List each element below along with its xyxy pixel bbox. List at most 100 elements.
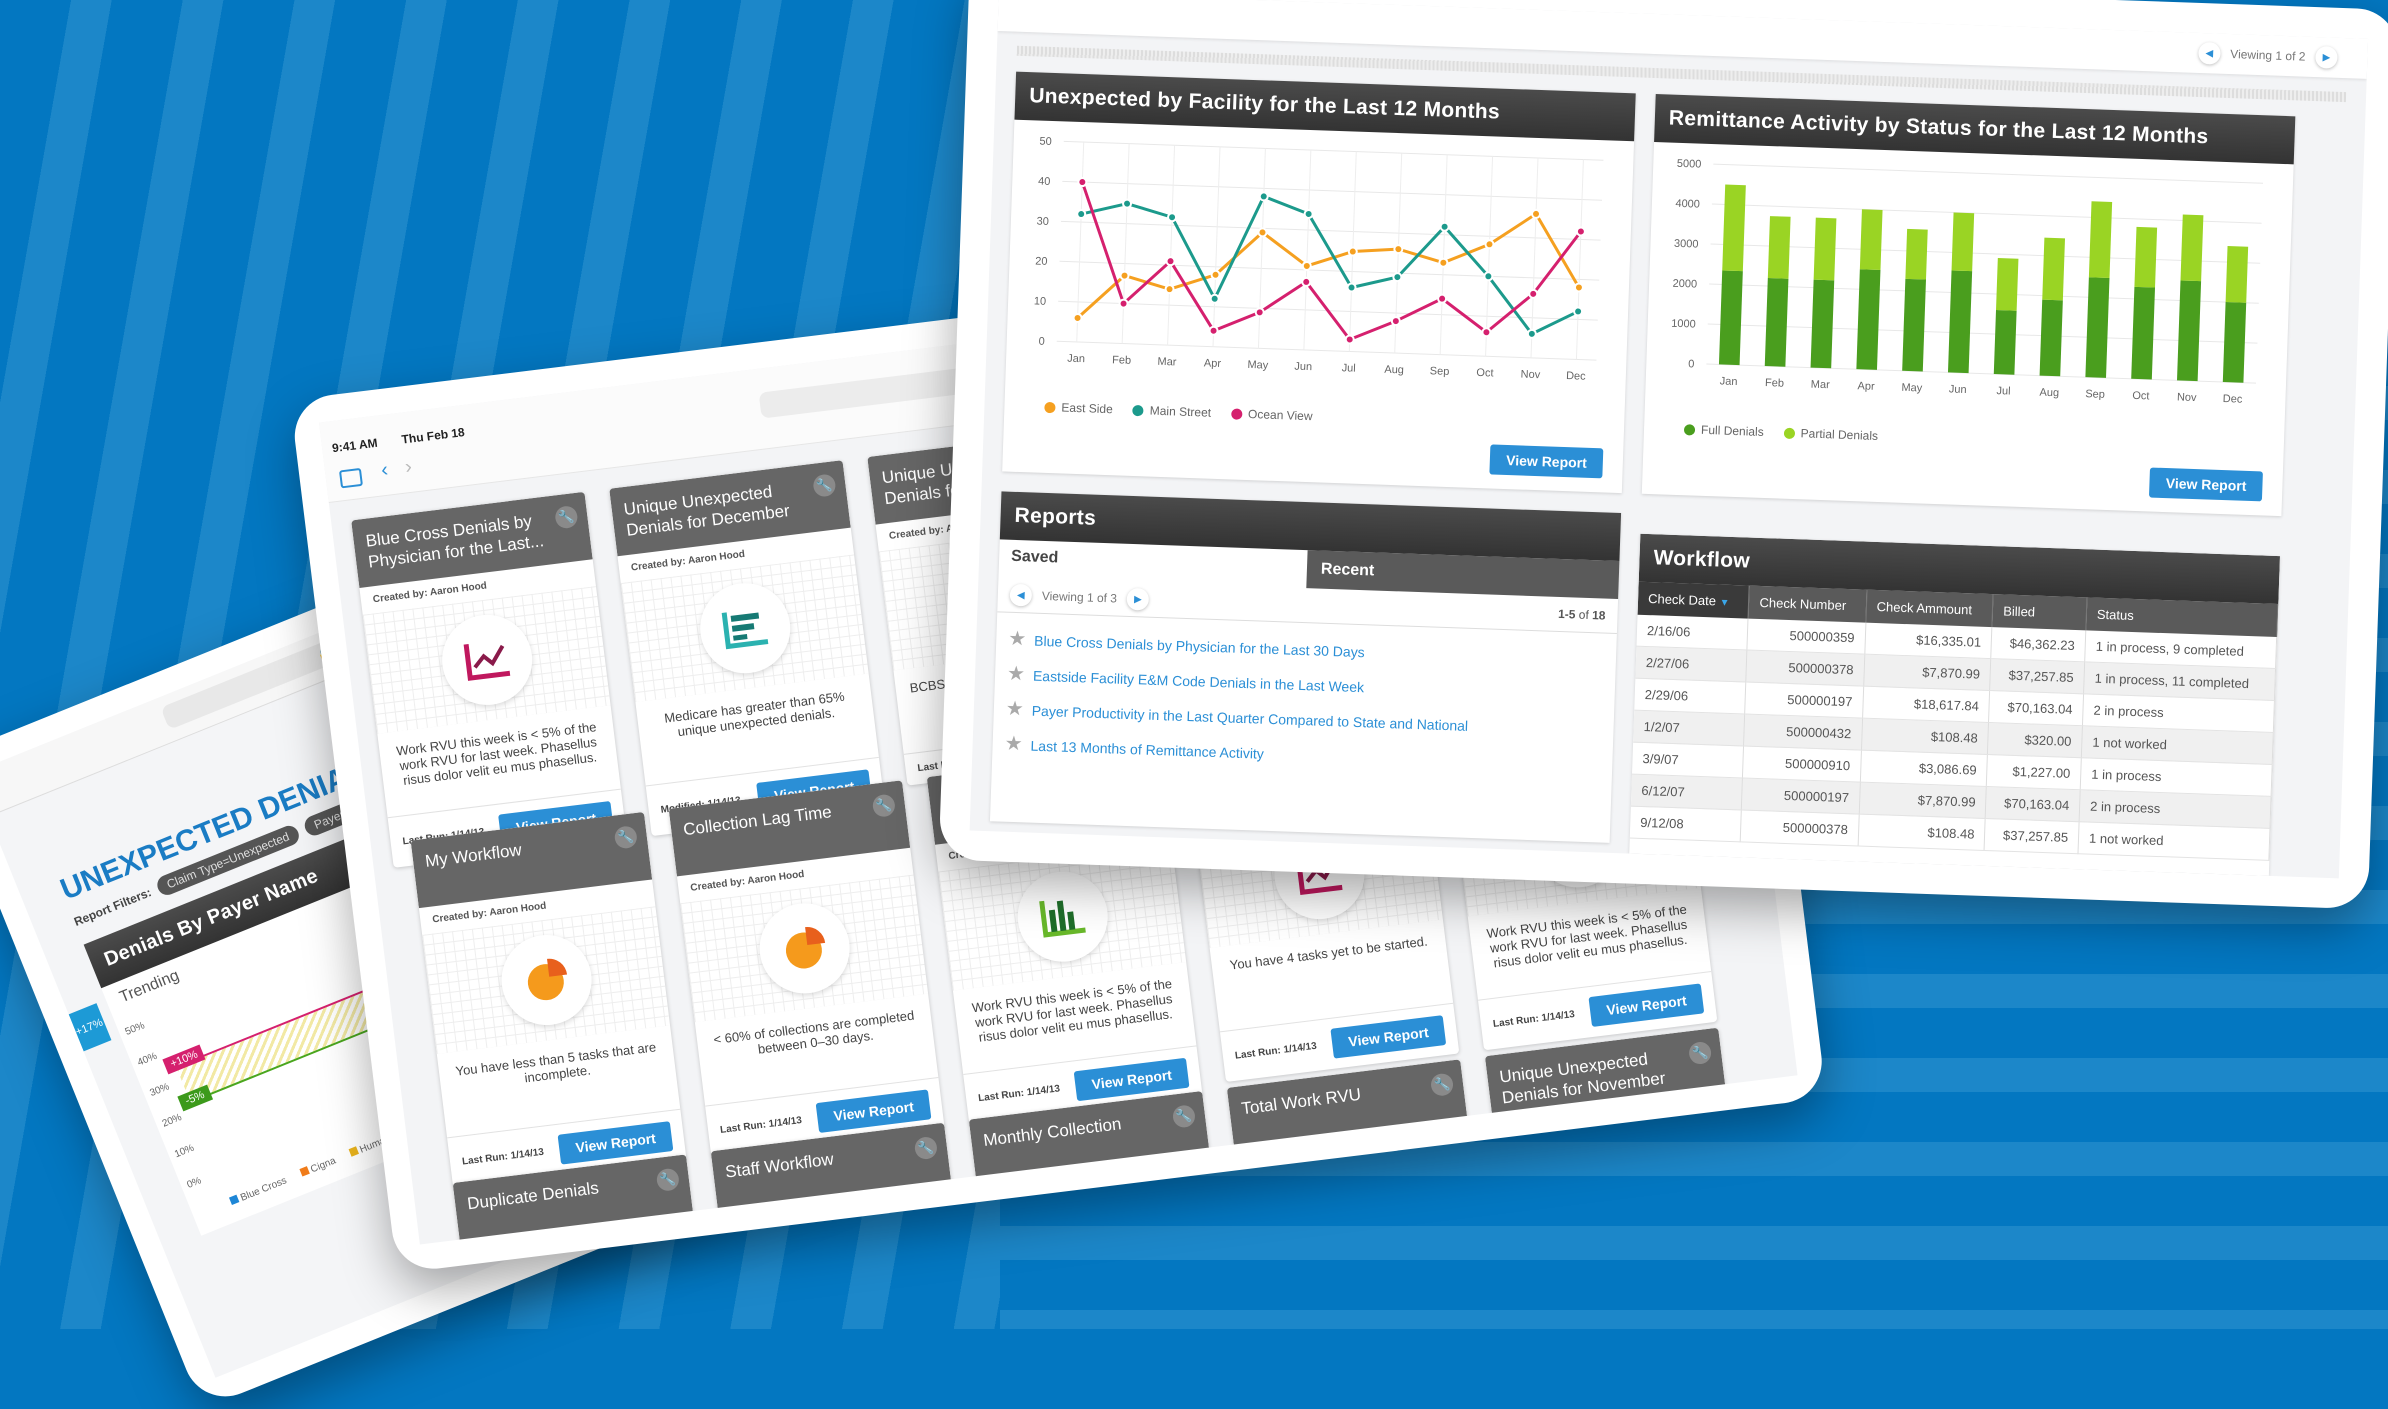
bar-full-denials (2085, 277, 2110, 378)
x-tick-label: Apr (1857, 380, 1875, 393)
data-point (1346, 282, 1357, 293)
star-icon[interactable]: ★ (1004, 733, 1023, 756)
star-icon[interactable]: ★ (1008, 628, 1027, 651)
bar-partial-denials (2180, 214, 2204, 282)
table-cell: $7,870.99 (1858, 782, 1987, 819)
status-date: Thu Feb 18 (400, 425, 466, 447)
table-cell: 500000432 (1744, 714, 1863, 751)
x-tick-label: Aug (2039, 387, 2059, 400)
bar-full-denials (1856, 269, 1881, 370)
remittance-bar-chart: 0 1000 2000 3000 4000 5000 Jan Feb Mar Apr May Jun J… (1671, 158, 2264, 406)
report-link[interactable]: Eastside Facility E&M Code Denials in th… (1033, 668, 1365, 696)
table-cell: $7,870.99 (1863, 654, 1992, 691)
gridline (1706, 363, 2257, 384)
data-point (1484, 239, 1495, 250)
report-link[interactable]: Blue Cross Denials by Physician for the … (1034, 633, 1365, 661)
pie-chart-icon (495, 929, 597, 1031)
table-cell: 1 not worked (2078, 821, 2270, 861)
bar-partial-denials (1722, 184, 1746, 272)
wrench-icon[interactable]: 🔧 (1429, 1072, 1455, 1097)
bar-full-denials (1947, 270, 1973, 374)
wrench-icon[interactable]: 🔧 (613, 825, 639, 850)
table-cell: 9/12/08 (1629, 806, 1742, 842)
data-point (1483, 271, 1494, 282)
gridline (1257, 148, 1266, 349)
y-tick-label: 1000 (1671, 318, 1696, 331)
report-card: Unique Unexpected Denials for December 🔧 … (609, 460, 886, 837)
x-tick-label: Feb (1112, 354, 1131, 367)
y-tick: 0% (185, 1175, 203, 1191)
report-card: My Workflow 🔧 Created by: Aaron Hood You … (410, 811, 687, 1188)
dashboard-pager: ◀ Viewing 1 of 2 ▶ (2197, 41, 2338, 69)
y-tick-label: 0 (1038, 336, 1045, 348)
sidebar-toggle-icon[interactable] (338, 467, 363, 489)
prev-page-button[interactable]: ◀ (2197, 41, 2221, 65)
x-tick-label: Feb (1765, 377, 1784, 390)
wrench-icon[interactable]: 🔧 (812, 473, 837, 498)
data-point (1439, 221, 1450, 232)
table-cell: $37,257.85 (1984, 818, 2080, 854)
x-tick-label: Oct (2132, 390, 2150, 403)
wrench-icon[interactable]: 🔧 (1687, 1040, 1713, 1066)
star-icon[interactable]: ★ (1006, 698, 1025, 721)
data-point (1437, 293, 1448, 304)
gridline (1121, 143, 1130, 344)
data-point (1076, 209, 1087, 220)
data-point (1575, 226, 1586, 237)
card-last-run: Last Run: 1/14/13 (1234, 1040, 1318, 1062)
column-header[interactable]: Billed (1992, 594, 2087, 631)
data-point (1528, 288, 1539, 299)
legend-main-street: Main Street (1132, 403, 1211, 420)
back-arrow-icon[interactable]: ‹ (380, 459, 389, 483)
facility-view-report-button[interactable]: View Report (1489, 444, 1604, 479)
wrench-icon[interactable]: 🔧 (871, 793, 897, 818)
data-point (1301, 276, 1312, 287)
report-link[interactable]: Last 13 Months of Remittance Activity (1030, 738, 1264, 762)
wrench-icon[interactable]: 🔧 (913, 1135, 939, 1161)
wrench-icon[interactable]: 🔧 (1171, 1104, 1197, 1129)
bar-partial-denials (1905, 228, 1928, 280)
bar-full-denials (1718, 270, 1743, 366)
bar-full-denials (2131, 286, 2156, 380)
facility-panel: Unexpected by Facility for the Last 12 M… (1002, 71, 1636, 494)
wrench-icon[interactable]: 🔧 (554, 504, 579, 530)
remittance-view-report-button[interactable]: View Report (2149, 467, 2263, 502)
table-cell: $70,163.04 (1985, 786, 2081, 822)
reports-next-button[interactable]: ▶ (1126, 587, 1150, 611)
report-card: Blue Cross Denials by Physician for the … (351, 491, 628, 868)
data-point (1347, 246, 1358, 257)
next-page-button[interactable]: ▶ (2315, 46, 2338, 69)
x-tick-label: Oct (1476, 367, 1494, 380)
forward-arrow-icon[interactable]: › (404, 456, 413, 480)
data-point (1303, 208, 1314, 219)
line-chart-icon (436, 609, 537, 711)
data-point (1119, 270, 1130, 281)
star-icon[interactable]: ★ (1007, 663, 1026, 686)
column-header[interactable]: Check Number (1748, 585, 1867, 623)
bar-full-denials (2039, 299, 2063, 377)
view-report-button[interactable]: View Report (1330, 1015, 1447, 1059)
gridline (1709, 283, 2259, 304)
table-cell: $108.48 (1857, 814, 1986, 851)
column-header[interactable]: Check Date ▼ (1637, 581, 1750, 619)
view-report-button[interactable]: View Report (1588, 983, 1705, 1027)
card-last-run: Last Run: 1/14/13 (461, 1146, 545, 1168)
data-point (1209, 293, 1220, 304)
workflow-panel: Workflow Check Date ▼ Check Number Check A… (1629, 533, 2280, 876)
reports-prev-button[interactable]: ◀ (1009, 583, 1033, 607)
pager-text: Viewing 1 of 2 (2230, 47, 2306, 64)
horizontal-bar-chart-icon (694, 578, 795, 679)
x-tick-label: Sep (2085, 388, 2105, 401)
table-cell: 500000197 (1741, 777, 1861, 815)
wrench-icon[interactable]: 🔧 (655, 1167, 681, 1193)
column-header[interactable]: Check Ammount (1865, 589, 1994, 628)
bar-full-denials (1993, 310, 2017, 375)
front-tablet: ◀ Viewing 1 of 2 ▶ Unexpected by Facilit… (938, 0, 2388, 910)
table-cell: 500000359 (1747, 618, 1866, 655)
bar-partial-denials (1951, 212, 1975, 272)
data-point (1118, 298, 1129, 309)
bar-full-denials (2222, 302, 2247, 383)
x-tick-label: Jan (1067, 353, 1085, 366)
y-tick-label: 5000 (1677, 158, 1702, 171)
x-tick-label: May (1247, 359, 1269, 372)
